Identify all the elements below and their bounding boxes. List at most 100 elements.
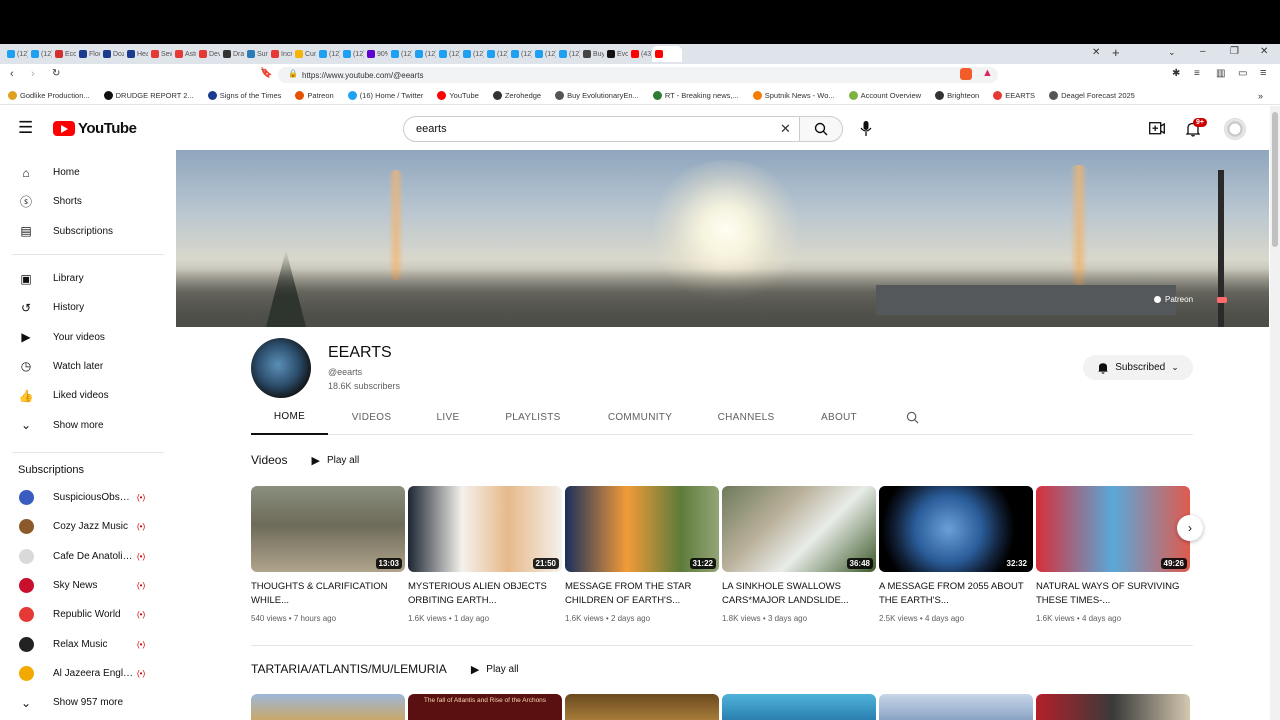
close-tab-icon[interactable]: ✕ — [1092, 47, 1100, 58]
scrollbar-thumb[interactable] — [1272, 112, 1278, 247]
play-all-button[interactable]: ▶ Play all — [311, 454, 359, 467]
banner-extra-link-icon[interactable] — [1217, 297, 1227, 303]
back-icon[interactable]: ‹ — [10, 68, 14, 80]
browser-tab[interactable]: (12) — [532, 46, 556, 62]
brave-shield-icon[interactable] — [960, 68, 972, 80]
subscribed-button[interactable]: Subscribed ⌄ — [1083, 355, 1193, 380]
show-more-subscriptions[interactable]: ⌄ Show 957 more — [0, 688, 165, 717]
bookmark-item[interactable]: Sputnik News - Wo... — [752, 91, 835, 100]
bookmark-item[interactable]: DRUDGE REPORT 2... — [103, 91, 194, 100]
browser-tab[interactable]: (43) — [628, 46, 652, 62]
voice-search-icon[interactable] — [860, 121, 872, 137]
video-card[interactable]: 49:26 NATURAL WAYS OF SURVIVING THESE TIM… — [1036, 486, 1190, 623]
url-field[interactable]: 🔒 https://www.youtube.com/@eearts — [278, 67, 998, 83]
extensions-icon[interactable]: ✱ — [1172, 68, 1180, 79]
play-all-button[interactable]: ▶ Play all — [471, 663, 519, 676]
browser-tab[interactable]: (12) — [28, 46, 52, 62]
sidebar-item-your-videos[interactable]: ▶ Your videos — [0, 323, 165, 352]
youtube-logo[interactable]: YouTube — [53, 120, 137, 137]
browser-tab[interactable]: (12) — [316, 46, 340, 62]
browser-tab[interactable]: (12) — [388, 46, 412, 62]
browser-tab[interactable]: (12) — [436, 46, 460, 62]
bookmark-item[interactable]: Brighteon — [935, 91, 979, 100]
subscription-item[interactable]: Sky News (•) — [0, 571, 165, 600]
sidebar-item-home[interactable]: ⌂ Home — [0, 158, 165, 187]
tab-channels[interactable]: CHANNELS — [711, 400, 781, 435]
bookmarks-overflow-icon[interactable]: » — [1258, 91, 1263, 101]
bookmark-item[interactable]: RT - Breaking news,... — [652, 91, 739, 100]
bookmark-item[interactable]: EEARTS — [993, 91, 1035, 100]
video-thumbnail[interactable]: 31:22 — [565, 486, 719, 572]
bookmark-item[interactable]: Patreon — [295, 91, 334, 100]
video-thumbnail[interactable]: 49:26 — [1036, 486, 1190, 572]
browser-tab[interactable]: Sew — [148, 46, 172, 62]
video-thumbnail[interactable] — [565, 694, 719, 720]
bookmark-icon[interactable]: 🔖 — [260, 68, 272, 79]
video-card[interactable]: 21:50 MYSTERIOUS ALIEN OBJECTS ORBITING E… — [408, 486, 562, 623]
bookmark-item[interactable]: Deagel Forecast 2025 — [1049, 91, 1135, 100]
tab-live[interactable]: LIVE — [421, 400, 475, 435]
video-thumbnail[interactable]: The fall of Atlantis and Rise of the Arc… — [408, 694, 562, 720]
browser-tab[interactable]: Deva — [196, 46, 220, 62]
browser-tab[interactable]: (12) — [4, 46, 28, 62]
minimize-icon[interactable]: – — [1200, 46, 1206, 57]
video-card[interactable]: 32:32 A MESSAGE FROM 2055 ABOUT THE EARTH… — [879, 486, 1033, 623]
video-thumbnail[interactable] — [879, 694, 1033, 720]
tab-home[interactable]: HOME — [251, 400, 328, 435]
channel-search-icon[interactable] — [906, 411, 919, 424]
video-title[interactable]: MESSAGE FROM THE STAR CHILDREN OF EARTH'… — [565, 580, 719, 608]
browser-tab[interactable]: (12) — [340, 46, 364, 62]
bookmark-item[interactable]: YouTube — [437, 91, 479, 100]
browser-tab[interactable]: Astr — [172, 46, 196, 62]
wallet-icon[interactable]: ▭ — [1238, 68, 1247, 79]
video-thumbnail[interactable] — [722, 694, 876, 720]
video-title[interactable]: NATURAL WAYS OF SURVIVING THESE TIMES-..… — [1036, 580, 1190, 608]
video-card[interactable]: 36:48 LA SINKHOLE SWALLOWS CARS*MAJOR LAN… — [722, 486, 876, 623]
video-thumbnail[interactable]: 13:03 — [251, 486, 405, 572]
browser-tab[interactable]: Heav — [124, 46, 148, 62]
browser-tab[interactable]: (12) — [508, 46, 532, 62]
tab-search-icon[interactable]: ⌄ — [1168, 47, 1176, 58]
browser-tab[interactable]: Incre — [268, 46, 292, 62]
subscription-item[interactable]: Al Jazeera English (•) — [0, 659, 165, 688]
browser-tab[interactable]: Curr — [292, 46, 316, 62]
forward-icon[interactable]: › — [31, 68, 35, 80]
sidebar-item-history[interactable]: ↺ History — [0, 293, 165, 322]
video-thumbnail[interactable]: 32:32 — [879, 486, 1033, 572]
bookmark-item[interactable]: Buy EvolutionaryEn... — [555, 91, 639, 100]
bookmark-item[interactable]: Account Overview — [848, 91, 921, 100]
video-card[interactable]: 31:22 MESSAGE FROM THE STAR CHILDREN OF E… — [565, 486, 719, 623]
sidebar-item-library[interactable]: ▣ Library — [0, 264, 165, 293]
bookmark-item[interactable]: Zerohedge — [492, 91, 541, 100]
tab-videos[interactable]: VIDEOS — [340, 400, 403, 435]
reload-icon[interactable]: ↻ — [52, 68, 60, 79]
video-thumbnail[interactable]: 36:48 — [722, 486, 876, 572]
browser-tab[interactable]: Evol — [604, 46, 628, 62]
sidebar-icon[interactable]: ▥ — [1216, 68, 1225, 79]
subscription-item[interactable]: Relax Music (•) — [0, 630, 165, 659]
browser-tab[interactable]: (12) — [412, 46, 436, 62]
search-input[interactable]: eearts ✕ — [403, 116, 800, 142]
video-title[interactable]: MYSTERIOUS ALIEN OBJECTS ORBITING EARTH.… — [408, 580, 562, 608]
sidebar-item-show-more[interactable]: ⌄ Show more — [0, 411, 165, 440]
video-title[interactable]: THOUGHTS & CLARIFICATION WHILE... — [251, 580, 405, 608]
video-title[interactable]: A MESSAGE FROM 2055 ABOUT THE EARTH'S... — [879, 580, 1033, 608]
browser-tab[interactable]: (12) — [556, 46, 580, 62]
create-video-icon[interactable] — [1149, 122, 1165, 135]
browser-tab-active[interactable] — [652, 46, 682, 62]
subscription-item[interactable]: SuspiciousObser... (•) — [0, 483, 165, 512]
bookmark-item[interactable]: Signs of the Times — [207, 91, 281, 100]
video-card[interactable]: 13:03 THOUGHTS & CLARIFICATION WHILE... 54… — [251, 486, 405, 623]
playlist-icon[interactable]: ≡ — [1194, 68, 1200, 79]
account-avatar[interactable] — [1224, 118, 1246, 140]
sidebar-item-watch-later[interactable]: ◷ Watch later — [0, 352, 165, 381]
shelf-next-button[interactable]: › — [1177, 515, 1203, 541]
video-title[interactable]: LA SINKHOLE SWALLOWS CARS*MAJOR LANDSLID… — [722, 580, 876, 608]
browser-tab[interactable]: Buy — [580, 46, 604, 62]
video-thumbnail[interactable]: 21:50 — [408, 486, 562, 572]
subscription-item[interactable]: Republic World (•) — [0, 600, 165, 629]
sidebar-item-liked-videos[interactable]: 👍 Liked videos — [0, 381, 165, 410]
sidebar-item-subscriptions[interactable]: ▤ Subscriptions — [0, 217, 165, 246]
rewards-icon[interactable]: ▲ — [982, 67, 993, 79]
browser-tab[interactable]: Drain — [220, 46, 244, 62]
